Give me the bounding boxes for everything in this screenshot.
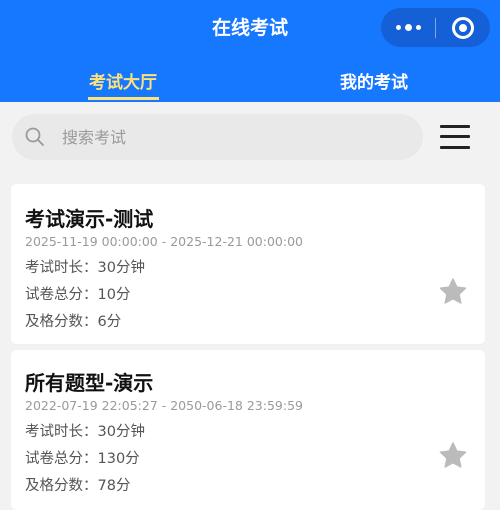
exam-pass-score: 及格分数：6分 bbox=[25, 314, 122, 330]
target-circle-icon bbox=[452, 16, 474, 39]
dot-icon bbox=[395, 25, 401, 30]
star-icon[interactable] bbox=[437, 440, 469, 472]
tab-my-exams[interactable]: 我的考试 bbox=[337, 68, 411, 93]
exam-card[interactable]: 考试演示-测试 2025-11-19 00:00:00 - 2025-12-21… bbox=[11, 184, 485, 344]
exam-total-score: 试卷总分：130分 bbox=[25, 451, 140, 467]
dot-icon bbox=[415, 25, 421, 30]
exam-title: 所有题型-演示 bbox=[25, 371, 154, 395]
miniprogram-capsule bbox=[381, 8, 490, 47]
list-view-icon[interactable] bbox=[440, 125, 470, 149]
search-icon bbox=[25, 127, 44, 146]
exam-card[interactable]: 所有题型-演示 2022-07-19 22:05:27 - 2050-06-18… bbox=[11, 350, 485, 510]
exam-duration: 考试时长：30分钟 bbox=[25, 424, 145, 440]
app-header: 在线考试 考试大厅 我的考试 bbox=[0, 0, 500, 102]
close-miniprogram-button[interactable] bbox=[436, 8, 490, 47]
exam-period: 2022-07-19 22:05:27 - 2050-06-18 23:59:5… bbox=[25, 398, 303, 413]
tab-exam-hall[interactable]: 考试大厅 bbox=[86, 68, 160, 93]
star-icon[interactable] bbox=[437, 276, 469, 308]
exam-pass-score: 及格分数：78分 bbox=[25, 478, 131, 494]
exam-total-score: 试卷总分：10分 bbox=[25, 287, 131, 303]
more-button[interactable] bbox=[381, 8, 435, 47]
exam-period: 2025-11-19 00:00:00 - 2025-12-21 00:00:0… bbox=[25, 234, 303, 249]
exam-duration: 考试时长：30分钟 bbox=[25, 260, 145, 276]
search-input[interactable] bbox=[62, 122, 402, 152]
active-tab-indicator bbox=[88, 97, 159, 100]
exam-title: 考试演示-测试 bbox=[25, 207, 154, 231]
search-bar[interactable] bbox=[12, 114, 423, 160]
dot-icon bbox=[404, 24, 412, 31]
